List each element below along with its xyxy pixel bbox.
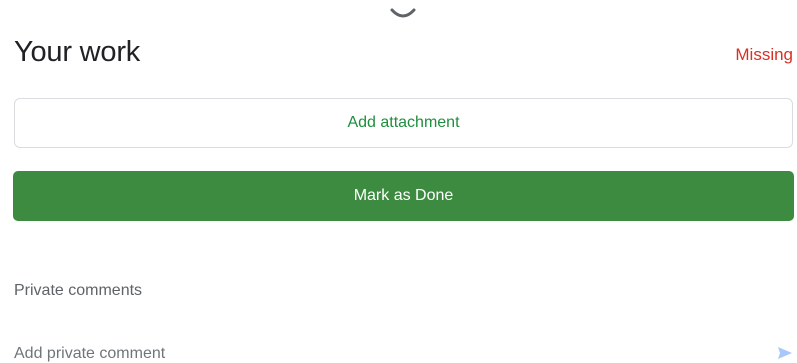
drag-handle-icon[interactable] [390,6,416,20]
private-comments-label: Private comments [14,282,143,299]
send-icon[interactable] [776,344,794,362]
your-work-panel: Your work Missing Add attachment Mark as… [0,0,797,363]
work-header: Your work Missing [14,36,795,76]
add-attachment-button[interactable]: Add attachment [14,98,793,148]
private-comment-row [14,342,795,363]
private-comment-input[interactable] [14,345,754,363]
page-title: Your work [14,36,141,68]
mark-as-done-button[interactable]: Mark as Done [13,171,794,221]
status-badge: Missing [735,45,793,64]
